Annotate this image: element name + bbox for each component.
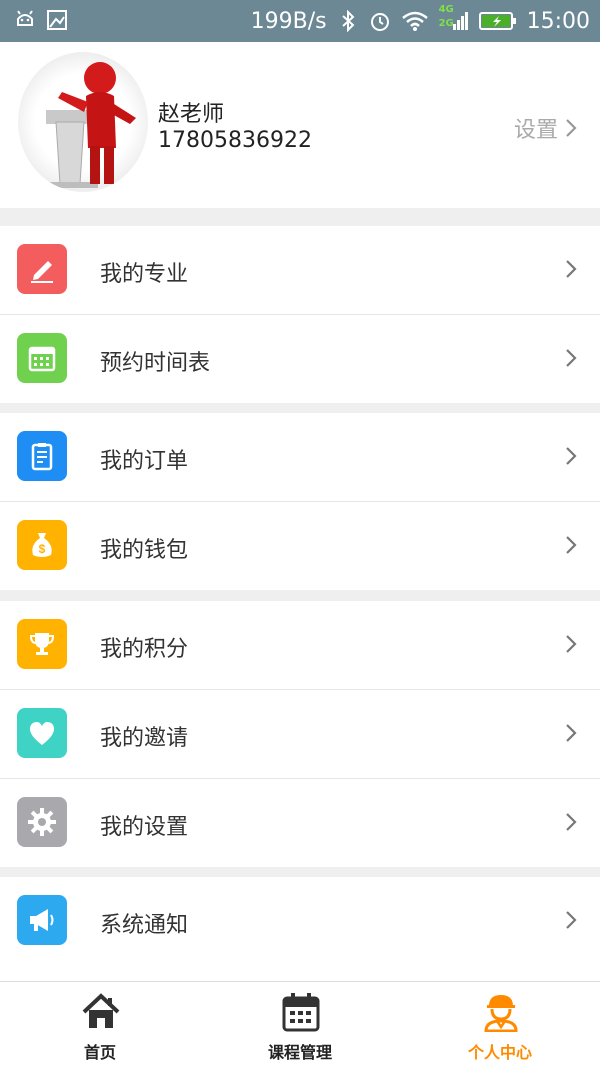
chevron-right-icon (566, 349, 577, 367)
battery-icon (478, 12, 516, 30)
bluetooth-icon (341, 10, 355, 32)
bottom-tab-bar: 首页 课程管理 个人中心 (0, 981, 600, 1068)
alarm-icon (370, 13, 389, 31)
menu-item-notifications[interactable]: 系统通知 (0, 877, 600, 965)
menu-item-points[interactable]: 我的积分 (0, 601, 600, 690)
menu-item-label: 我的专业 (100, 262, 189, 287)
menu-group: 我的积分 我的邀请 我的设置 (0, 601, 600, 867)
menu-item-schedule[interactable]: 预约时间表 (0, 315, 600, 403)
status-bar: 199B/s 4G 2G 15:00 (0, 0, 600, 42)
net-speed: 199B/s (250, 8, 327, 34)
menu-item-wallet[interactable]: $ 我的钱包 (0, 502, 600, 590)
menu-item-settings[interactable]: 我的设置 (0, 779, 600, 867)
signal-bars-icon (452, 12, 468, 30)
user-name: 赵老师 (158, 102, 225, 127)
trophy-icon (17, 619, 67, 669)
menu-item-major[interactable]: 我的专业 (0, 226, 600, 315)
menu-item-invite[interactable]: 我的邀请 (0, 690, 600, 779)
tab-home[interactable]: 首页 (0, 982, 200, 1068)
tab-course-management[interactable]: 课程管理 (200, 982, 400, 1068)
svg-text:$: $ (39, 542, 46, 556)
chevron-right-icon (566, 119, 577, 137)
megaphone-icon (17, 895, 67, 945)
menu-item-orders[interactable]: 我的订单 (0, 413, 600, 502)
chevron-right-icon (566, 447, 577, 465)
settings-label: 设置 (513, 118, 558, 143)
android-icon (17, 10, 33, 26)
chevron-right-icon (566, 911, 577, 929)
image-icon (47, 10, 67, 30)
clock: 15:00 (526, 8, 590, 34)
home-icon (82, 993, 120, 1028)
menu-group: 系统通知 (0, 877, 600, 981)
chevron-right-icon (566, 635, 577, 653)
signal-2g-label: 2G (438, 18, 454, 29)
menu-group: 我的订单 $ 我的钱包 (0, 413, 600, 590)
chevron-right-icon (566, 724, 577, 742)
chevron-right-icon (566, 813, 577, 831)
menu-item-label: 系统通知 (100, 913, 189, 938)
worker-icon (484, 995, 518, 1032)
tab-label: 课程管理 (267, 1043, 332, 1062)
pencil-icon (17, 244, 67, 294)
tab-label: 个人中心 (467, 1043, 532, 1062)
profile-header: 赵老师 17805836922 设置 (0, 42, 600, 208)
gear-icon (17, 797, 67, 847)
user-phone: 17805836922 (158, 128, 312, 153)
calendar-icon (17, 333, 67, 383)
menu-item-label: 我的积分 (100, 637, 189, 662)
tab-personal-center[interactable]: 个人中心 (400, 982, 600, 1068)
menu-item-label: 我的订单 (100, 449, 189, 474)
settings-link[interactable]: 设置 (514, 112, 578, 144)
chevron-right-icon (566, 536, 577, 554)
calendar-icon (282, 993, 320, 1032)
menu-item-label: 预约时间表 (100, 351, 211, 376)
avatar[interactable] (18, 52, 148, 192)
wifi-icon (401, 11, 428, 31)
clipboard-icon (17, 431, 67, 481)
menu-item-label: 我的设置 (100, 815, 189, 840)
menu-group: 我的专业 预约时间表 (0, 226, 600, 403)
cell-signal: 4G 2G (438, 4, 469, 36)
money-bag-icon: $ (17, 520, 67, 570)
chevron-right-icon (566, 260, 577, 278)
signal-4g-label: 4G (438, 4, 454, 15)
menu-item-label: 我的邀请 (100, 726, 189, 751)
menu-item-label: 我的钱包 (100, 538, 189, 563)
heart-icon (17, 708, 67, 758)
tab-label: 首页 (83, 1043, 116, 1062)
